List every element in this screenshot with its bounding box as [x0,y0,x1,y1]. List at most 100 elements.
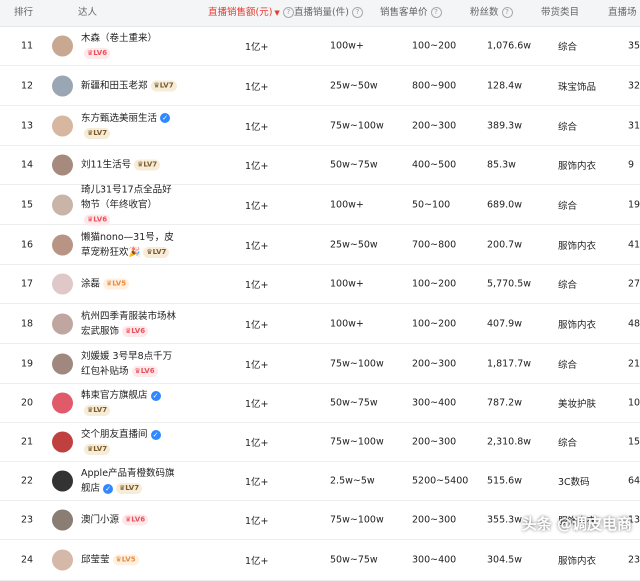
streamer-name[interactable]: 澳门小源 ♛LV6 [81,513,181,528]
ranking-table: 排行 达人 直播销售额(元) ▼? 直播销量(件)? 销售客单价? 粉丝数? 带货… [0,0,640,581]
table-row[interactable]: 11 木森（卷土重来）♛LV6 1亿+ 100w+ 100~200 1,076.… [0,27,640,66]
level-badge: ♛LV7 [84,444,111,455]
level-text: LV5 [121,555,136,564]
level-badge: ♛LV7 [143,246,170,258]
avatar[interactable] [52,509,73,531]
rank-cell: 23 [21,514,34,526]
header-fans[interactable]: 粉丝数? [470,0,513,26]
level-badge: ♛LV6 [84,48,111,59]
level-text: LV7 [93,128,108,137]
table-row[interactable]: 16 懒猫nono—31号，皮草宠粉狂欢🎉 ♛LV7 1亿+ 25w~50w 70… [0,225,640,265]
header-volume[interactable]: 直播销量(件)? [294,0,363,26]
avatar[interactable] [52,75,73,96]
avatar[interactable] [52,194,73,215]
rank-cell: 19 [21,358,34,369]
avatar[interactable] [52,353,73,374]
avatar[interactable] [52,234,73,255]
level-badge: ♛LV6 [84,214,111,225]
header-volume-label: 直播销量(件) [294,7,349,18]
table-row[interactable]: 21 交个朋友直播间 ✓♛LV7 1亿+ 75w~100w 200~300 2,3… [0,423,640,462]
table-row[interactable]: 15 琦儿31号17点全品好物节（年终收官）♛LV6 1亿+ 100w+ 50~… [0,182,640,227]
level-text: LV7 [159,81,174,89]
help-icon[interactable]: ? [351,7,363,18]
avatar[interactable] [52,431,73,453]
rank-cell: 14 [21,159,34,171]
avatar[interactable] [52,35,73,57]
avatar[interactable] [52,470,73,492]
table-body: 11 木森（卷土重来）♛LV6 1亿+ 100w+ 100~200 1,076.… [0,27,640,581]
rank-cell: 24 [21,554,34,566]
help-icon[interactable]: ? [501,7,513,18]
level-text: LV7 [143,160,158,169]
streamer-name-text: 交个朋友直播间 [81,429,148,440]
level-badge: ♛LV7 [134,159,161,171]
avatar[interactable] [52,313,73,334]
level-badge: ♛LV7 [84,127,111,139]
streamer-name[interactable]: 邱莹莹 ♛LV5 [81,553,181,568]
level-text: LV7 [93,445,108,453]
streamer-name-text: 东方甄选美丽生活 [81,112,158,124]
streamer-name[interactable]: 刘媛媛 3号早8点千万红包补贴场 ♛LV6 [81,349,181,379]
level-badge: ♛LV5 [103,278,130,290]
level-badge: ♛LV7 [150,80,177,91]
streamer-name[interactable]: 懒猫nono—31号，皮草宠粉狂欢🎉 ♛LV7 [81,230,181,260]
streamer-name[interactable]: 交个朋友直播间 ✓ ♛LV7 [81,427,181,457]
streamer-name-text: 刘11生活号 [81,159,132,171]
avatar[interactable] [52,154,73,176]
table-row[interactable]: 18 杭州四季青服装市场林宏武服饰 ♛LV6 1亿+ 100w+ 100~200 … [0,304,640,344]
level-text: LV5 [112,279,127,288]
table-row[interactable]: 17 涂磊 ♛LV5 1亿+ 100w+ 100~200 5,770.5w 综合 … [0,265,640,304]
streamer-name[interactable]: 刘11生活号 ♛LV7 [81,158,181,173]
rank-cell: 15 [21,199,34,210]
verified-icon: ✓ [150,429,161,440]
streamer-name-text: 琦儿31号17点全品好物节（年终收官） [81,184,172,210]
streamer-name[interactable]: 新疆和田玉老郑 ♛LV7 [81,78,181,93]
streamer-name[interactable]: 琦儿31号17点全品好物节（年终收官） ♛LV6 [81,182,181,227]
streamer-name-text: 涂磊 [81,278,101,290]
header-fans-label: 粉丝数 [470,7,499,18]
rank-cell: 18 [21,318,34,329]
table-row[interactable]: 13 东方甄选美丽生活 ✓♛LV7 1亿+ 75w~100w 200~300 38… [0,106,640,146]
help-icon[interactable]: ? [282,7,294,18]
streamer-name-text: 邱莹莹 [81,554,110,566]
level-text: LV7 [93,406,108,414]
table-row[interactable]: 12 新疆和田玉老郑 ♛LV7 1亿+ 25w~50w 800~900 128.4… [0,66,640,106]
verified-icon: ✓ [150,390,161,401]
header-count[interactable]: 直播场 [608,0,637,26]
rank-cell: 17 [21,278,34,290]
table-row[interactable]: 19 刘媛媛 3号早8点千万红包补贴场 ♛LV6 1亿+ 75w~100w 200… [0,344,640,384]
streamer-name[interactable]: 杭州四季青服装市场林宏武服饰 ♛LV6 [81,309,181,339]
streamer-name[interactable]: 韩束官方旗舰店 ✓ ♛LV7 [81,388,181,418]
streamer-name[interactable]: 木森（卷土重来） ♛LV6 [81,31,181,61]
level-badge: ♛LV5 [112,554,139,566]
streamer-name-text: 新疆和田玉老郑 [81,80,148,91]
streamer-name[interactable]: Apple产品青橙数码旗舰店 ✓ ♛LV7 [81,466,181,496]
table-header: 排行 达人 直播销售额(元) ▼? 直播销量(件)? 销售客单价? 粉丝数? 带货… [0,0,640,27]
streamer-name[interactable]: 东方甄选美丽生活 ✓ ♛LV7 [81,111,181,141]
header-sales[interactable]: 直播销售额(元) ▼? [208,0,294,26]
level-badge: ♛LV6 [122,325,149,337]
rank-cell: 21 [21,436,34,448]
table-row[interactable]: 14 刘11生活号 ♛LV7 1亿+ 50w~75w 400~500 85.3w … [0,146,640,185]
table-row[interactable]: 22 Apple产品青橙数码旗舰店 ✓ ♛LV7 1亿+ 2.5w~5w 5200~… [0,462,640,501]
header-category: 带货类目 [541,7,580,18]
level-text: LV7 [125,484,140,492]
streamer-name-text: 刘媛媛 3号早8点千万红包补贴场 [81,350,173,377]
sort-desc-icon[interactable]: ▼ [274,0,279,26]
rank-cell: 22 [21,475,34,487]
help-icon[interactable]: ? [430,7,442,18]
streamer-name[interactable]: 涂磊 ♛LV5 [81,277,181,292]
streamer-name-text: 澳门小源 [81,514,120,526]
avatar[interactable] [52,115,73,136]
header-avg-price[interactable]: 销售客单价? [380,0,442,26]
table-row[interactable]: 24 邱莹莹 ♛LV5 1亿+ 50w~75w 300~400 304.5w 服饰… [0,540,640,581]
avatar[interactable] [52,549,73,571]
rank-cell: 16 [21,239,34,250]
avatar[interactable] [52,392,73,414]
rank-cell: 11 [21,40,34,52]
level-text: LV6 [93,215,108,223]
avatar[interactable] [52,273,73,295]
table-row[interactable]: 20 韩束官方旗舰店 ✓♛LV7 1亿+ 50w~75w 300~400 787.… [0,384,640,423]
rank-cell: 20 [21,397,34,409]
level-badge: ♛LV7 [116,483,143,494]
